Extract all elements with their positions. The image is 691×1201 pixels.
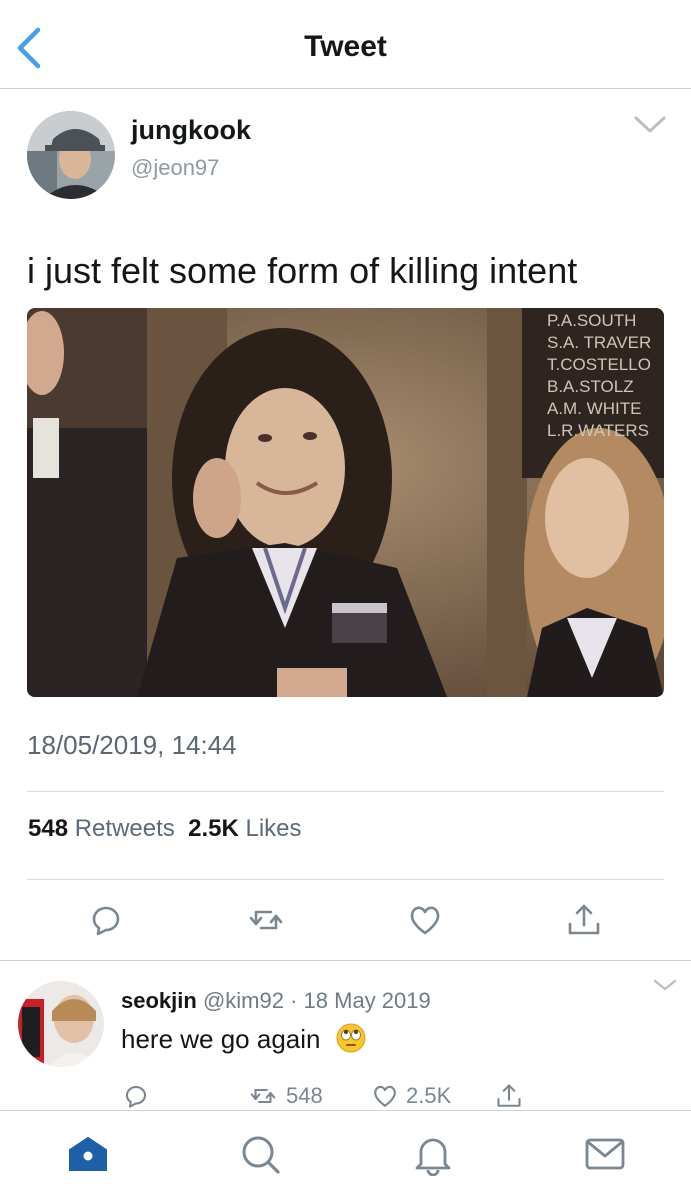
tweet-timestamp: 18/05/2019, 14:44 (27, 730, 237, 760)
search-icon (242, 1136, 280, 1174)
share-button[interactable] (564, 900, 604, 940)
tab-notifications[interactable] (411, 1132, 455, 1177)
heart-icon (374, 1085, 396, 1107)
tweet-media-image[interactable]: P.A.SOUTH S.A. TRAVER T.COSTELLO B.A.STO… (27, 308, 664, 697)
tab-home[interactable] (66, 1132, 110, 1176)
tweet-text: i just felt some form of killing intent (27, 250, 578, 291)
speech-bubble-icon (92, 906, 120, 936)
retweets-label[interactable]: Retweets (75, 815, 175, 842)
board-line: A.M. WHITE (547, 399, 641, 418)
board-line: B.A.STOLZ (547, 377, 634, 396)
more-options-button[interactable] (632, 112, 668, 138)
reply-like-count: 2.5K (406, 1083, 452, 1108)
board-line: L.R.WATERS (547, 421, 649, 440)
eye-roll-emoji-icon (336, 1023, 366, 1053)
reply-header: seokjin @kim92 · 18 May 2019 (121, 988, 431, 1014)
home-icon (69, 1137, 107, 1171)
share-icon (568, 904, 600, 935)
reply-text: here we go again (121, 1023, 366, 1055)
speech-bubble-icon (125, 1085, 147, 1108)
reply-reply-button[interactable] (121, 1080, 151, 1112)
reply-author-handle[interactable]: @kim92 (203, 988, 284, 1013)
like-count[interactable]: 2.5K (188, 815, 239, 842)
tweet-stats: 548 Retweets 2.5K Likes (28, 815, 302, 843)
reply-button[interactable] (86, 900, 126, 940)
retweet-button[interactable] (246, 900, 286, 940)
retweet-icon (250, 1088, 276, 1104)
board-line: P.A.SOUTH (547, 311, 636, 330)
divider (27, 791, 664, 792)
tab-search[interactable] (238, 1132, 282, 1176)
reply-retweet-button[interactable]: 548 (246, 1080, 323, 1112)
reply-date: 18 May 2019 (303, 988, 431, 1013)
separator-dot: · (290, 988, 298, 1013)
board-line: T.COSTELLO (547, 355, 651, 374)
author-avatar[interactable] (27, 111, 115, 199)
share-icon (497, 1084, 521, 1107)
chevron-down-icon (634, 116, 666, 133)
divider (27, 879, 664, 880)
heart-icon (410, 906, 440, 935)
page-title: Tweet (304, 30, 387, 63)
reply-retweet-count: 548 (286, 1083, 323, 1108)
section-separator (0, 960, 691, 961)
reply-author-name[interactable]: seokjin (121, 988, 197, 1013)
reply-like-button[interactable]: 2.5K (370, 1080, 451, 1112)
mail-icon (585, 1138, 625, 1170)
author-name[interactable]: jungkook (131, 115, 251, 146)
bell-icon (415, 1138, 451, 1177)
retweet-icon (249, 910, 283, 930)
author-handle[interactable]: @jeon97 (131, 155, 219, 181)
tab-messages[interactable] (583, 1132, 627, 1176)
likes-label[interactable]: Likes (245, 815, 301, 842)
reply-share-button[interactable] (494, 1080, 524, 1112)
retweet-count[interactable]: 548 (28, 815, 68, 842)
board-line: S.A. TRAVER (547, 333, 651, 352)
like-button[interactable] (405, 900, 445, 940)
reply-more-button[interactable] (652, 976, 678, 994)
chevron-down-icon (653, 979, 677, 991)
reply-author-avatar[interactable] (18, 981, 104, 1067)
reply-text-content: here we go again (121, 1024, 321, 1054)
